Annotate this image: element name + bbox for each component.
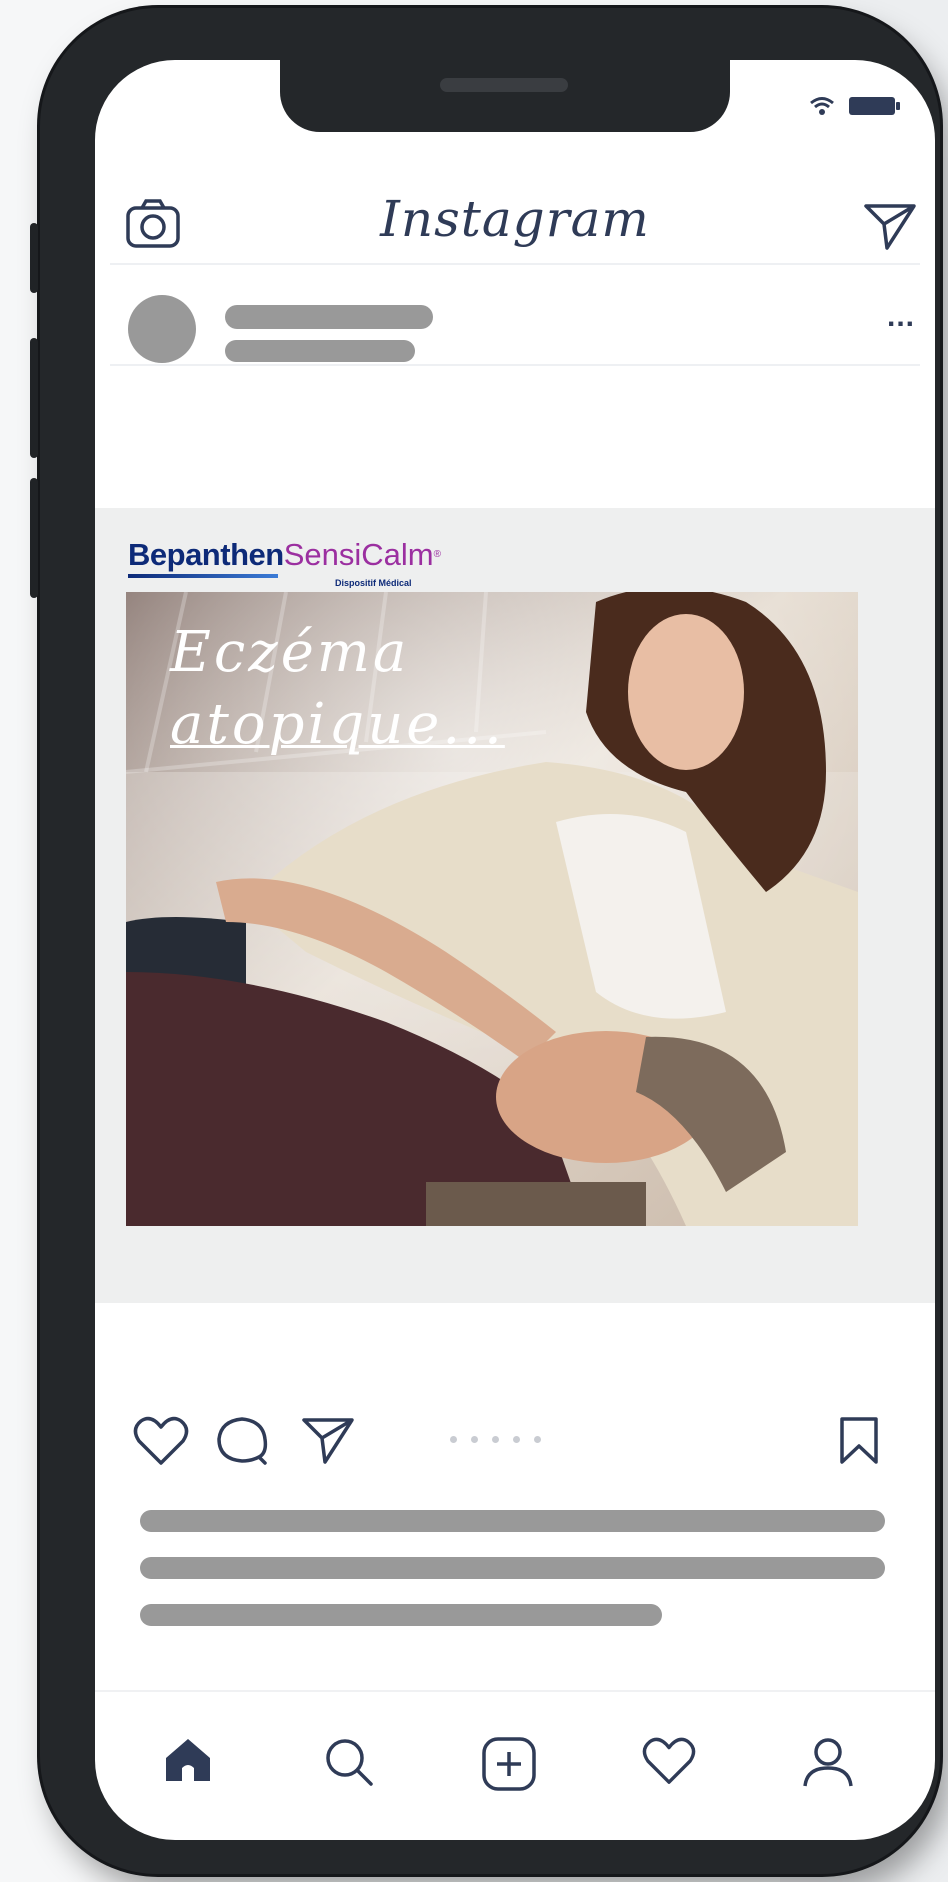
- carousel-dot: [492, 1436, 499, 1443]
- carousel-dot: [513, 1436, 520, 1443]
- username-placeholder: [225, 305, 433, 329]
- phone-frame: Instagram ... BepanthenSensiCalm® Dispos…: [30, 8, 940, 1874]
- bottom-tab-bar: [95, 1690, 935, 1812]
- ad-headline-line2: atopique...: [170, 692, 505, 757]
- brand-secondary: SensiCalm: [283, 537, 434, 572]
- post-actions: [95, 1410, 935, 1480]
- mute-switch: [30, 223, 38, 293]
- volume-down-button: [30, 478, 38, 598]
- add-post-icon[interactable]: [480, 1736, 538, 1792]
- speaker: [440, 78, 568, 92]
- carousel-dots: [450, 1436, 541, 1443]
- share-send-icon[interactable]: [301, 1416, 355, 1466]
- wifi-icon: [810, 97, 834, 115]
- header-divider: [110, 263, 920, 265]
- more-options-button[interactable]: ...: [887, 300, 915, 334]
- notch: [280, 60, 730, 132]
- carousel-dot: [450, 1436, 457, 1443]
- ad-photo: Eczéma atopique...: [126, 592, 858, 1226]
- brand-registered-mark: ®: [433, 549, 441, 560]
- direct-send-icon[interactable]: [863, 202, 917, 252]
- ad-headline-line1: Eczéma: [170, 620, 410, 685]
- caption-placeholder-line: [140, 1604, 662, 1626]
- search-icon[interactable]: [323, 1736, 375, 1788]
- avatar[interactable]: [128, 295, 196, 363]
- battery-icon: [849, 97, 900, 115]
- location-placeholder: [225, 340, 415, 362]
- home-icon[interactable]: [162, 1736, 214, 1784]
- comment-icon[interactable]: [215, 1415, 269, 1467]
- profile-icon[interactable]: [801, 1736, 855, 1790]
- volume-up-button: [30, 338, 38, 458]
- carousel-dot: [534, 1436, 541, 1443]
- brand-logo: BepanthenSensiCalm®: [128, 538, 441, 572]
- app-title: Instagram: [380, 190, 650, 248]
- phone-screen: Instagram ... BepanthenSensiCalm® Dispos…: [95, 60, 935, 1840]
- carousel-dot: [471, 1436, 478, 1443]
- caption-placeholder-line: [140, 1510, 885, 1532]
- post-header-divider: [110, 364, 920, 366]
- brand-primary: Bepanthen: [128, 537, 284, 572]
- app-header: Instagram: [95, 150, 935, 260]
- status-bar: [809, 96, 900, 116]
- bookmark-icon[interactable]: [839, 1416, 879, 1466]
- caption-placeholder-line: [140, 1557, 885, 1579]
- like-heart-icon[interactable]: [133, 1415, 189, 1467]
- sponsored-post-image[interactable]: BepanthenSensiCalm® Dispositif Médical E…: [95, 508, 935, 1303]
- ad-headline: Eczéma atopique...: [170, 617, 505, 761]
- activity-heart-icon[interactable]: [641, 1736, 697, 1786]
- brand-underline: [128, 574, 278, 578]
- brand-subtitle: Dispositif Médical: [335, 578, 412, 588]
